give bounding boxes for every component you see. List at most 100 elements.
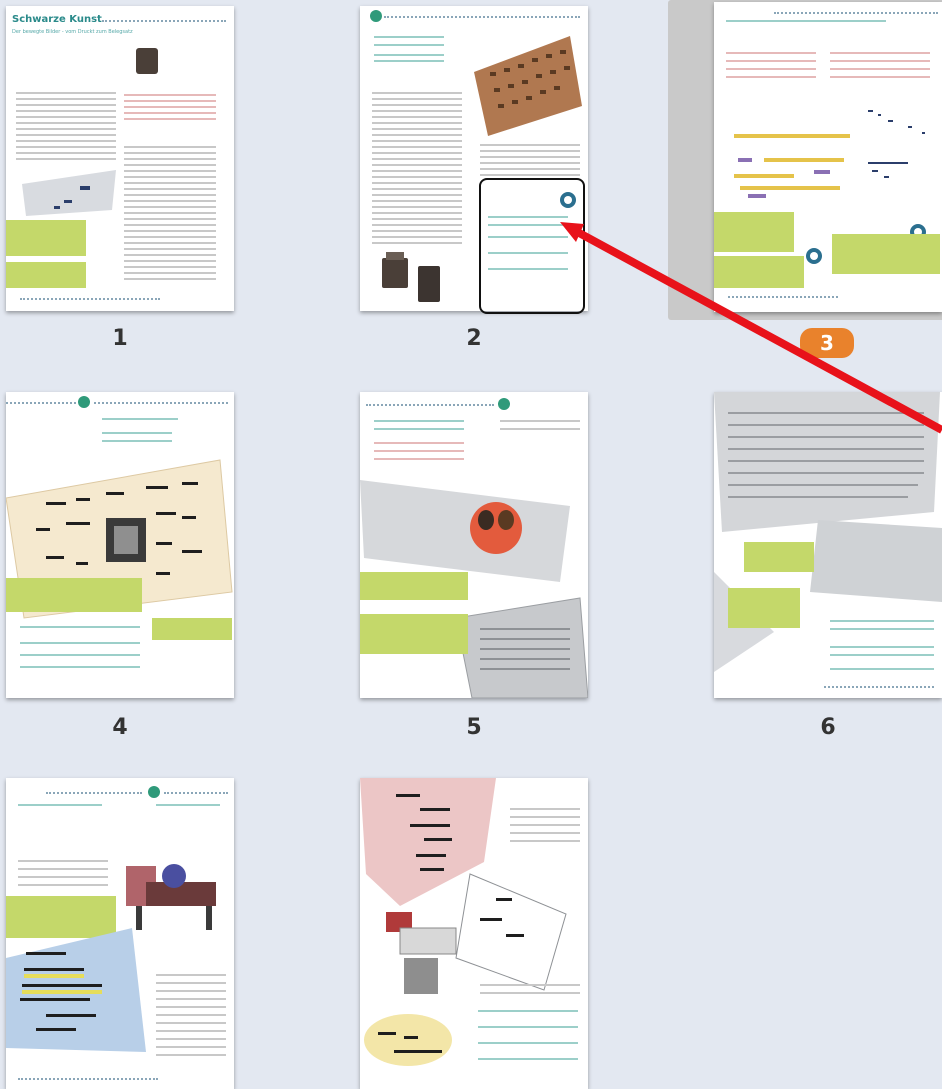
page-1-text-line bbox=[124, 152, 216, 154]
page-2-text-line bbox=[372, 170, 462, 172]
page-2-text-line bbox=[372, 110, 462, 112]
page-1-text-line bbox=[124, 100, 216, 102]
page-6-text-line bbox=[830, 620, 934, 622]
page-1-artifact-image bbox=[136, 48, 158, 74]
page-8-text-line bbox=[510, 832, 580, 834]
page-8-text-line bbox=[510, 840, 580, 842]
page-7-text-line bbox=[156, 1014, 226, 1016]
page-5-text-line bbox=[500, 420, 580, 422]
page-4-dotted-rule bbox=[6, 402, 76, 404]
page-1-text-line bbox=[124, 260, 216, 262]
page-3-footer-rule bbox=[728, 296, 838, 298]
page-4-text-line bbox=[102, 418, 178, 420]
page-label-2: 2 bbox=[466, 326, 482, 351]
page-thumbnail-8[interactable] bbox=[360, 778, 588, 1089]
page-4-note-box bbox=[6, 578, 142, 612]
page-1-text-line bbox=[124, 224, 216, 226]
page-7-dotted-rule bbox=[164, 792, 228, 794]
page-1-note-box bbox=[6, 220, 86, 256]
page-3-dotted-rule bbox=[774, 12, 938, 14]
page-6-text-line bbox=[830, 668, 934, 670]
page-7-title-line bbox=[18, 804, 102, 806]
page-7-text-line bbox=[18, 884, 108, 886]
page-2-text-line bbox=[372, 206, 462, 208]
page-1-text-line bbox=[124, 236, 216, 238]
page-label-4: 4 bbox=[112, 715, 128, 740]
page-1-dotted-rule bbox=[102, 20, 226, 22]
page-4-note-box bbox=[152, 618, 232, 640]
page-2-type-blocks-image bbox=[382, 252, 440, 302]
page-2-dotted-rule bbox=[384, 16, 580, 18]
page-thumbnail-4[interactable] bbox=[6, 392, 234, 698]
page-1-text-line bbox=[16, 92, 116, 94]
page-3-text-line bbox=[726, 76, 816, 78]
page-7-press-machine-image bbox=[126, 864, 216, 930]
page-thumbnail-5[interactable] bbox=[360, 392, 588, 698]
page-4-marker-icon bbox=[78, 396, 90, 408]
page-6-text-line bbox=[830, 646, 934, 648]
page-3-text-line bbox=[830, 76, 930, 78]
page-7-print-sheet-image bbox=[6, 928, 146, 1052]
page-6-note-box bbox=[728, 588, 800, 628]
page-5-dotted-rule bbox=[366, 404, 494, 406]
page-5-note-box bbox=[360, 572, 468, 600]
page-1-text-line bbox=[124, 212, 216, 214]
page-2-text-line bbox=[480, 174, 580, 176]
page-1-text-line bbox=[124, 248, 216, 250]
page-2-text-line bbox=[372, 182, 462, 184]
page-label-1: 1 bbox=[112, 326, 128, 351]
page-2-text-line bbox=[372, 212, 462, 214]
page-2-text-line bbox=[372, 158, 462, 160]
page-1-text-line bbox=[124, 218, 216, 220]
page-1-text-line bbox=[124, 158, 216, 160]
page-7-text-line bbox=[156, 1022, 226, 1024]
page-2-text-line bbox=[372, 224, 462, 226]
page-1-text-line bbox=[16, 116, 116, 118]
page-2-text-line bbox=[372, 134, 462, 136]
page-8-text-line bbox=[510, 816, 580, 818]
page-1-text-line bbox=[16, 98, 116, 100]
page-2-text-line bbox=[372, 176, 462, 178]
page-2-text-line bbox=[372, 104, 462, 106]
page-1-text-line bbox=[16, 140, 116, 142]
page-1-text-line bbox=[16, 152, 116, 154]
page-8-text-line bbox=[478, 1026, 578, 1028]
page-thumbnail-6[interactable] bbox=[714, 392, 942, 698]
page-8-text-line bbox=[510, 808, 580, 810]
page-2-text-line bbox=[372, 218, 462, 220]
page-2-text-line bbox=[372, 140, 462, 142]
highlight-callout-box bbox=[479, 178, 585, 314]
page-5-title-line bbox=[374, 428, 464, 430]
page-label-3: 3 bbox=[800, 328, 854, 358]
page-7-text-line bbox=[156, 1030, 226, 1032]
page-2-text-line bbox=[480, 168, 580, 170]
page-1-text-line bbox=[16, 134, 116, 136]
page-1-text-line bbox=[124, 200, 216, 202]
page-6-note-box bbox=[744, 542, 814, 572]
page-5-text-line bbox=[374, 458, 464, 460]
page-2-text-line bbox=[372, 242, 462, 244]
page-1-note-box bbox=[6, 262, 86, 288]
page-1-text-line bbox=[16, 104, 116, 106]
page-1-text-line bbox=[124, 170, 216, 172]
page-5-marker-icon bbox=[498, 398, 510, 410]
page-1-text-line bbox=[16, 128, 116, 130]
page-2-text-line bbox=[372, 236, 462, 238]
page-2-text-line bbox=[372, 92, 462, 94]
page-thumbnail-7[interactable] bbox=[6, 778, 234, 1089]
page-7-dotted-rule bbox=[46, 792, 142, 794]
page-7-text-line bbox=[156, 1038, 226, 1040]
page-3-note-box bbox=[714, 256, 804, 288]
page-3-timeline-chart bbox=[734, 114, 854, 202]
page-3-text-line bbox=[830, 52, 930, 54]
page-1-text-line bbox=[124, 278, 216, 280]
page-thumbnail-3[interactable] bbox=[714, 2, 942, 312]
page-5-text-line bbox=[374, 442, 464, 444]
page-7-text-line bbox=[156, 982, 226, 984]
page-2-text-line bbox=[374, 60, 444, 62]
page-1-text-line bbox=[124, 176, 216, 178]
page-3-note-box bbox=[832, 234, 940, 274]
page-thumbnail-1[interactable]: Schwarze Kunst Der bewegte Bilder - vom … bbox=[6, 6, 234, 311]
page-2-text-line bbox=[372, 98, 462, 100]
page-2-text-line bbox=[374, 44, 444, 46]
